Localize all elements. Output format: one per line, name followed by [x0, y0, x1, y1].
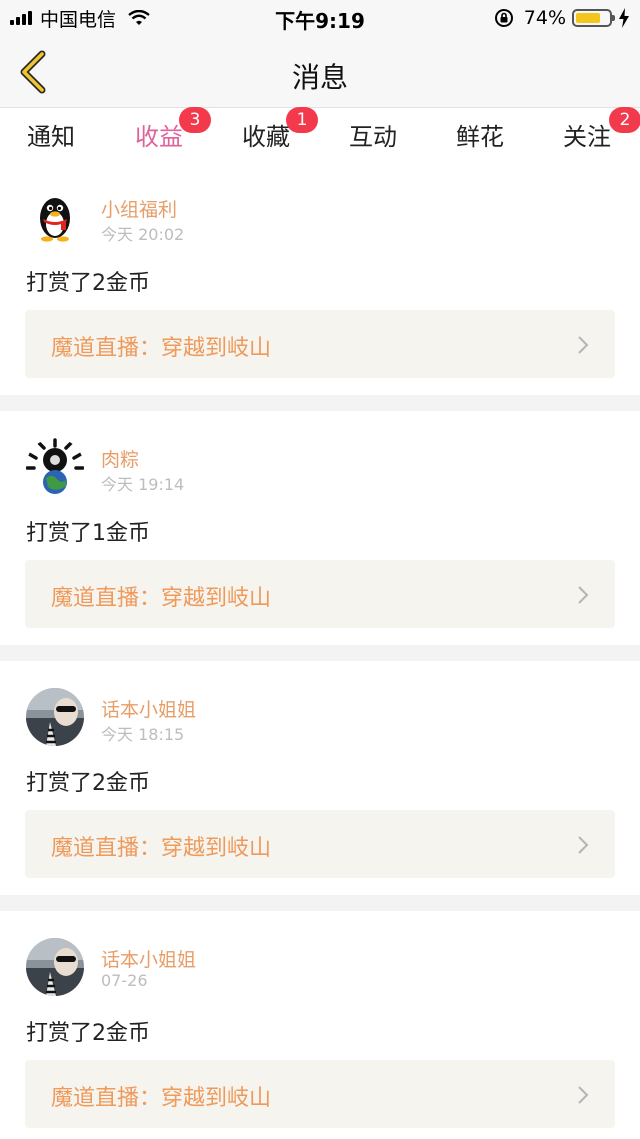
- orientation-lock-icon: [494, 9, 513, 27]
- photo-avatar[interactable]: [26, 688, 84, 746]
- post-link-text: 魔道直播：穿越到岐山: [51, 1086, 272, 1111]
- username[interactable]: 肉粽: [101, 445, 139, 472]
- post-link-text: 魔道直播：穿越到岐山: [51, 586, 272, 611]
- chevron-right-icon: [578, 836, 589, 854]
- status-right: 74%: [494, 6, 630, 30]
- message-card: 肉粽 今天 19:14 打赏了1金币 魔道直播：穿越到岐山: [0, 411, 640, 645]
- timestamp: 今天 20:02: [101, 225, 185, 244]
- post-link[interactable]: 魔道直播：穿越到岐山: [25, 560, 615, 628]
- timestamp: 今天 18:15: [101, 725, 185, 744]
- tab-badge: 2: [609, 107, 640, 133]
- divider: [0, 895, 640, 911]
- tab-label: 收益: [135, 123, 183, 151]
- post-link[interactable]: 魔道直播：穿越到岐山: [25, 310, 615, 378]
- battery-percent: 74%: [523, 7, 566, 29]
- tab-label: 通知: [27, 123, 75, 151]
- battery-icon: [572, 9, 615, 27]
- tab-label: 互动: [349, 123, 397, 151]
- tab-flowers[interactable]: 鲜花: [440, 117, 520, 152]
- tab-label: 关注: [563, 123, 611, 151]
- tab-follows[interactable]: 关注 2: [547, 107, 640, 152]
- tab-badge: 1: [286, 107, 318, 133]
- reward-text: 打赏了2金币: [26, 771, 150, 796]
- message-list: 小组福利 今天 20:02 打赏了2金币 魔道直播：穿越到岐山 肉粽 今天 19…: [0, 161, 640, 1139]
- tab-label: 收藏: [242, 123, 290, 151]
- post-link[interactable]: 魔道直播：穿越到岐山: [25, 810, 615, 878]
- divider: [0, 395, 640, 411]
- username[interactable]: 小组福利: [101, 195, 177, 222]
- tab-badge: 3: [179, 107, 211, 133]
- bolt-icon: [619, 8, 629, 28]
- status-bar: 中国电信 下午9:19 74%: [0, 0, 640, 36]
- message-card: 小组福利 今天 20:02 打赏了2金币 魔道直播：穿越到岐山: [0, 161, 640, 395]
- post-link-text: 魔道直播：穿越到岐山: [51, 836, 272, 861]
- message-card: 话本小姐姐 今天 18:15 打赏了2金币 魔道直播：穿越到岐山: [0, 661, 640, 895]
- nav-bar: 消息: [0, 36, 640, 108]
- tab-interactions[interactable]: 互动: [333, 117, 413, 152]
- chevron-right-icon: [578, 586, 589, 604]
- username[interactable]: 话本小姐姐: [101, 695, 196, 722]
- timestamp: 今天 19:14: [101, 475, 185, 494]
- reward-text: 打赏了1金币: [26, 521, 150, 546]
- tab-bar: 通知 收益 3 收藏 1 互动 鲜花 关注 2: [0, 107, 640, 164]
- reward-text: 打赏了2金币: [26, 1021, 150, 1046]
- battery-level: [576, 13, 600, 23]
- penguin-avatar[interactable]: [26, 188, 84, 246]
- timestamp: 07-26: [101, 971, 148, 990]
- message-card: 话本小姐姐 07-26 打赏了2金币 魔道直播：穿越到岐山: [0, 911, 640, 1139]
- chevron-right-icon: [578, 336, 589, 354]
- post-link[interactable]: 魔道直播：穿越到岐山: [25, 1060, 615, 1128]
- username[interactable]: 话本小姐姐: [101, 945, 196, 972]
- chevron-right-icon: [578, 1086, 589, 1104]
- post-link-text: 魔道直播：穿越到岐山: [51, 336, 272, 361]
- tab-notifications[interactable]: 通知: [11, 117, 91, 152]
- tab-earnings[interactable]: 收益 3: [119, 107, 211, 164]
- tab-favorites[interactable]: 收藏 1: [226, 107, 318, 152]
- tab-label: 鲜花: [456, 123, 504, 151]
- reward-text: 打赏了2金币: [26, 271, 150, 296]
- globe-avatar[interactable]: [26, 438, 84, 496]
- page-title: 消息: [291, 61, 348, 94]
- divider: [0, 645, 640, 661]
- photo-avatar[interactable]: [26, 938, 84, 996]
